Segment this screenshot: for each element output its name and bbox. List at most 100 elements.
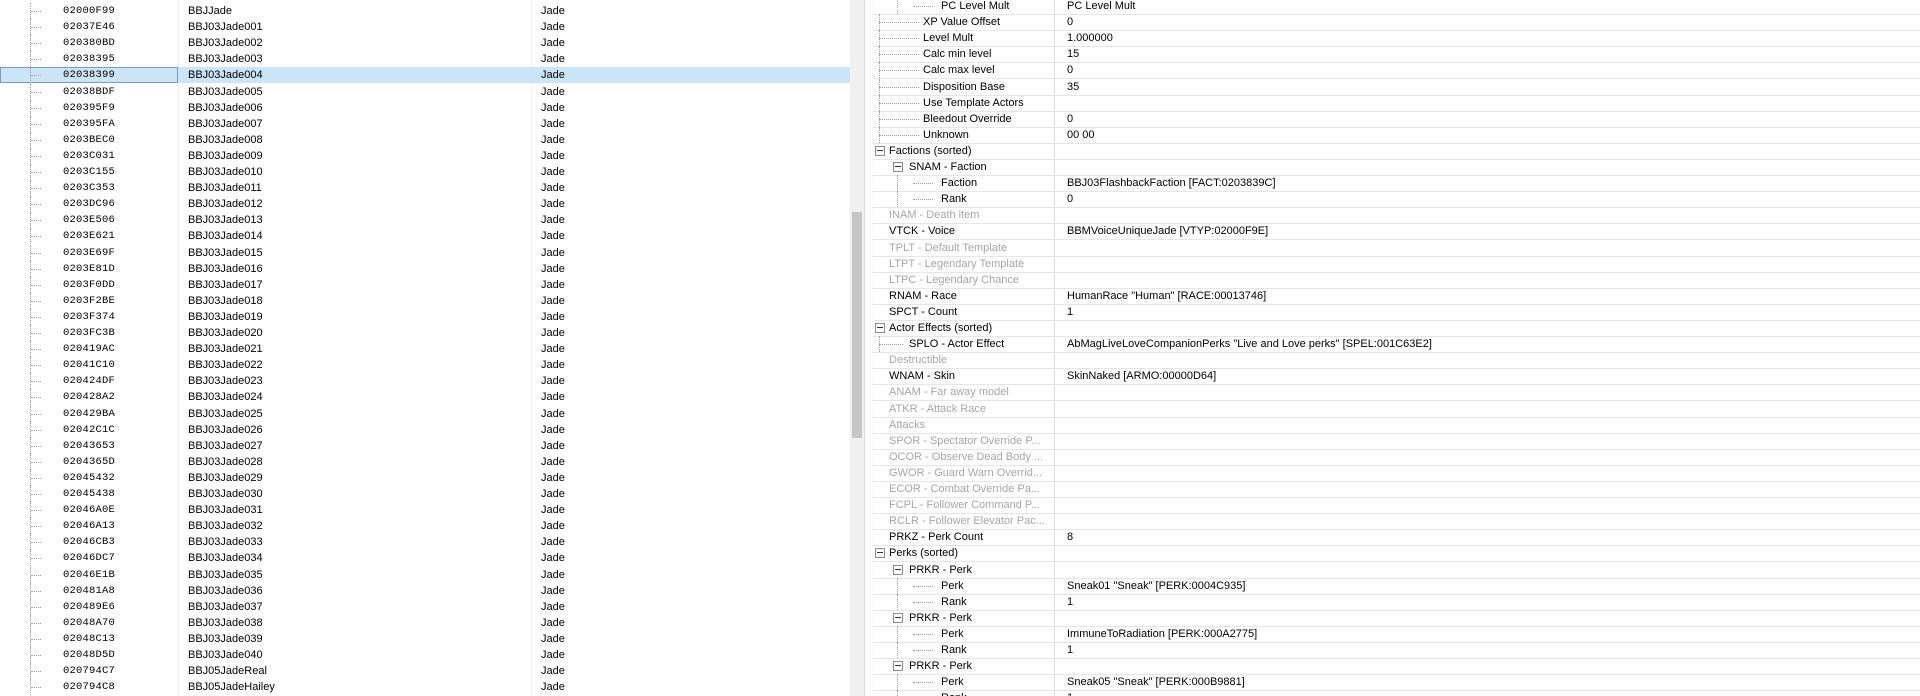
field-row[interactable]: Perk Sneak01 "Sneak" [PERK:0004C935] bbox=[873, 577, 1920, 595]
record-row[interactable]: 02046A0E BBJ03Jade031 Jade bbox=[0, 502, 850, 519]
field-row[interactable]: ATKR - Attack Race bbox=[873, 401, 1920, 418]
field-row[interactable]: Perk ImmuneToRadiation [PERK:000A2775] bbox=[873, 625, 1920, 643]
record-row[interactable]: 02046E1B BBJ03Jade035 Jade bbox=[0, 566, 850, 583]
record-row[interactable]: 0203F0DD BBJ03Jade017 Jade bbox=[0, 276, 850, 293]
record-row[interactable]: 0203BEC0 BBJ03Jade008 Jade bbox=[0, 131, 850, 148]
record-row[interactable]: 0203E69F BBJ03Jade015 Jade bbox=[0, 244, 850, 261]
record-row[interactable]: 02037E46 BBJ03Jade001 Jade bbox=[0, 19, 850, 36]
field-value[interactable]: 0 bbox=[1067, 191, 1073, 207]
field-row[interactable]: WNAM - Skin SkinNaked [ARMO:00000D64] bbox=[873, 368, 1920, 386]
record-row[interactable]: 02000F99 BBJJade Jade bbox=[0, 3, 850, 19]
field-row[interactable]: INAM - Death item bbox=[873, 207, 1920, 225]
field-value[interactable]: BBMVoiceUniqueJade [VTYP:02000F9E] bbox=[1067, 223, 1268, 239]
field-value[interactable]: 1.000000 bbox=[1067, 30, 1113, 46]
field-row[interactable]: PRKZ - Perk Count 8 bbox=[873, 529, 1920, 547]
field-row[interactable]: SPOR - Spectator Override P... bbox=[873, 433, 1920, 450]
field-row[interactable]: Perks (sorted) bbox=[873, 545, 1920, 563]
record-row[interactable]: 0203F374 BBJ03Jade019 Jade bbox=[0, 308, 850, 325]
field-row[interactable]: Perk Sneak05 "Sneak" [PERK:000B9881] bbox=[873, 674, 1920, 692]
field-row[interactable]: LTPT - Legendary Template bbox=[873, 256, 1920, 273]
field-row[interactable]: LTPC - Legendary Chance bbox=[873, 272, 1920, 289]
collapse-icon[interactable] bbox=[893, 612, 903, 623]
record-row[interactable]: 020380BD BBJ03Jade002 Jade bbox=[0, 35, 850, 52]
field-row[interactable]: PRKR - Perk bbox=[873, 562, 1920, 579]
field-row[interactable]: Calc min level 15 bbox=[873, 46, 1920, 64]
field-row[interactable]: PRKR - Perk bbox=[873, 658, 1920, 676]
field-value[interactable]: 1 bbox=[1067, 594, 1073, 610]
field-value[interactable]: ImmuneToRadiation [PERK:000A2775] bbox=[1067, 626, 1257, 642]
field-row[interactable]: Faction BBJ03FlashbackFaction [FACT:02038… bbox=[873, 175, 1920, 193]
collapse-icon[interactable] bbox=[875, 323, 885, 333]
field-row[interactable]: Disposition Base 35 bbox=[873, 78, 1920, 96]
record-row[interactable]: 02048A70 BBJ03Jade038 Jade bbox=[0, 614, 850, 631]
field-row[interactable]: SPLO - Actor Effect AbMagLiveLoveCompanio… bbox=[873, 336, 1920, 354]
collapse-icon[interactable] bbox=[893, 661, 903, 672]
record-row[interactable]: 020428A2 BBJ03Jade024 Jade bbox=[0, 389, 850, 406]
field-value[interactable]: PC Level Mult bbox=[1067, 0, 1135, 14]
field-row[interactable]: Unknown 00 00 bbox=[873, 126, 1920, 144]
field-row[interactable]: Factions (sorted) bbox=[873, 143, 1920, 160]
field-value[interactable]: Sneak05 "Sneak" [PERK:000B9881] bbox=[1067, 674, 1245, 690]
field-row[interactable]: Use Template Actors bbox=[873, 94, 1920, 112]
record-row[interactable]: 02042C1C BBJ03Jade026 Jade bbox=[0, 421, 850, 438]
field-row[interactable]: SPCT - Count 1 bbox=[873, 304, 1920, 321]
record-row[interactable]: 020395FA BBJ03Jade007 Jade bbox=[0, 115, 850, 132]
record-row[interactable]: 0203F2BE BBJ03Jade018 Jade bbox=[0, 292, 850, 309]
record-row[interactable]: 02048C13 BBJ03Jade039 Jade bbox=[0, 630, 850, 647]
field-row[interactable]: VTCK - Voice BBMVoiceUniqueJade [VTYP:020… bbox=[873, 223, 1920, 241]
record-row[interactable]: 0203DC96 BBJ03Jade012 Jade bbox=[0, 196, 850, 213]
record-row[interactable]: 020794C8 BBJ05JadeHailey Jade bbox=[0, 679, 850, 696]
record-row[interactable]: 020489E6 BBJ03Jade037 Jade bbox=[0, 598, 850, 615]
field-row[interactable]: OCOR - Observe Dead Body ... bbox=[873, 449, 1920, 466]
field-row[interactable]: SNAM - Faction bbox=[873, 159, 1920, 176]
field-row[interactable]: RNAM - Race HumanRace "Human" [RACE:00013… bbox=[873, 288, 1920, 305]
field-value[interactable]: 00 00 bbox=[1067, 127, 1095, 143]
record-list-scrollbar[interactable] bbox=[850, 0, 864, 696]
record-row[interactable]: 020794C7 BBJ05JadeReal Jade bbox=[0, 663, 850, 680]
field-value[interactable]: 1 bbox=[1067, 304, 1073, 320]
record-row[interactable]: 0203E506 BBJ03Jade013 Jade bbox=[0, 212, 850, 229]
field-value[interactable]: BBJ03FlashbackFaction [FACT:0203839C] bbox=[1067, 175, 1276, 191]
record-row[interactable]: 0203C353 BBJ03Jade011 Jade bbox=[0, 180, 850, 197]
record-view[interactable]: PC Level Mult PC Level Mult XP Value Offse… bbox=[873, 0, 1920, 696]
record-row[interactable]: 02043653 BBJ03Jade027 Jade bbox=[0, 437, 850, 454]
field-row[interactable]: Actor Effects (sorted) bbox=[873, 320, 1920, 337]
field-row[interactable]: PC Level Mult PC Level Mult bbox=[873, 0, 1920, 15]
record-row[interactable]: 0203C155 BBJ03Jade010 Jade bbox=[0, 164, 850, 180]
field-row[interactable]: GWOR - Guard Warn Overrid... bbox=[873, 465, 1920, 482]
field-value[interactable]: 35 bbox=[1067, 79, 1079, 95]
record-list[interactable]: 02000F99 BBJJade Jade 02037E46 BBJ03Jade001 J… bbox=[0, 0, 850, 696]
record-row[interactable]: 0203E81D BBJ03Jade016 Jade bbox=[0, 260, 850, 277]
field-value[interactable]: HumanRace "Human" [RACE:00013746] bbox=[1067, 288, 1266, 304]
record-row[interactable]: 02046DC7 BBJ03Jade034 Jade bbox=[0, 550, 850, 567]
field-row[interactable]: Destructible bbox=[873, 352, 1920, 370]
field-row[interactable]: ANAM - Far away model bbox=[873, 384, 1920, 402]
record-row[interactable]: 02041C10 BBJ03Jade022 Jade bbox=[0, 357, 850, 374]
record-row[interactable]: 0203FC3B BBJ03Jade020 Jade bbox=[0, 325, 850, 341]
field-value[interactable]: 0 bbox=[1067, 62, 1073, 78]
field-row[interactable]: PRKR - Perk bbox=[873, 610, 1920, 627]
record-row[interactable]: 02046CB3 BBJ03Jade033 Jade bbox=[0, 534, 850, 551]
field-value[interactable]: 0 bbox=[1067, 111, 1073, 127]
record-row[interactable]: 020395F9 BBJ03Jade006 Jade bbox=[0, 99, 850, 116]
field-row[interactable]: Bleedout Override 0 bbox=[873, 110, 1920, 128]
field-row[interactable]: TPLT - Default Template bbox=[873, 240, 1920, 257]
field-row[interactable]: Rank 0 bbox=[873, 191, 1920, 209]
field-row[interactable]: Rank 1 bbox=[873, 593, 1920, 611]
collapse-icon[interactable] bbox=[893, 162, 903, 172]
record-row[interactable]: 020419AC BBJ03Jade021 Jade bbox=[0, 341, 850, 358]
field-row[interactable]: Calc max level 0 bbox=[873, 62, 1920, 80]
field-value[interactable]: SkinNaked [ARMO:00000D64] bbox=[1067, 368, 1216, 384]
collapse-icon[interactable] bbox=[875, 548, 885, 559]
field-value[interactable]: Sneak01 "Sneak" [PERK:0004C935] bbox=[1067, 578, 1245, 594]
record-row[interactable]: 02045438 BBJ03Jade030 Jade bbox=[0, 486, 850, 502]
field-row[interactable]: FCPL - Follower Command P... bbox=[873, 497, 1920, 515]
field-row[interactable]: Rank 1 bbox=[873, 642, 1920, 659]
field-value[interactable]: 1 bbox=[1067, 642, 1073, 658]
field-value[interactable]: 1 bbox=[1067, 690, 1073, 696]
field-value[interactable]: 8 bbox=[1067, 529, 1073, 545]
record-row[interactable]: 02038BDF BBJ03Jade005 Jade bbox=[0, 83, 850, 100]
field-row[interactable]: Rank 1 bbox=[873, 690, 1920, 696]
collapse-icon[interactable] bbox=[893, 564, 903, 575]
field-value[interactable]: AbMagLiveLoveCompanionPerks "Live and Lo… bbox=[1067, 336, 1432, 352]
